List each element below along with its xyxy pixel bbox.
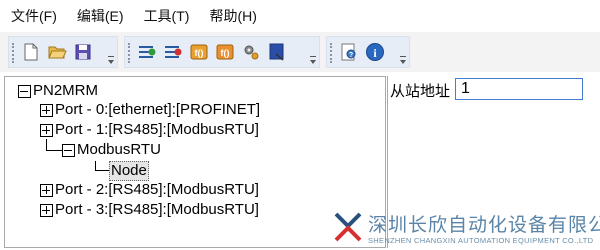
tree-connector	[95, 170, 109, 171]
toolbar: f() f() ? i	[0, 32, 600, 72]
device-tree[interactable]: PN2MRM Port - 0:[ethernet]:[PROFINET] Po…	[4, 76, 386, 248]
expand-icon[interactable]	[40, 124, 53, 137]
collapse-icon[interactable]	[62, 144, 75, 157]
chevron-down-icon[interactable]	[310, 56, 316, 64]
toolbar-grip[interactable]	[330, 43, 332, 63]
menu-edit[interactable]: 编辑(E)	[74, 4, 127, 28]
menu-tools[interactable]: 工具(T)	[141, 4, 193, 28]
company-name-en: SHENZHEN CHANGXIN AUTOMATION EQUIPMENT C…	[368, 236, 594, 245]
tree-node-port2[interactable]: Port - 2:[RS485]:[ModbusRTU]	[55, 181, 259, 199]
tree-node-port0[interactable]: Port - 0:[ethernet]:[PROFINET]	[55, 101, 260, 119]
new-file-icon[interactable]	[21, 42, 41, 62]
company-watermark: 深圳长欣自动化设备有限公司 SHENZHEN CHANGXIN AUTOMATI…	[330, 206, 600, 250]
save-icon[interactable]	[73, 42, 93, 62]
gear-icon[interactable]	[241, 42, 261, 62]
svg-text:f(): f()	[221, 48, 230, 58]
menu-help[interactable]: 帮助(H)	[206, 4, 259, 28]
company-logo-icon	[334, 212, 362, 242]
svg-text:?: ?	[349, 52, 353, 59]
chevron-down-icon[interactable]	[108, 56, 114, 64]
tree-node-port1[interactable]: Port - 1:[RS485]:[ModbusRTU]	[55, 121, 259, 139]
list-add-icon[interactable]	[137, 42, 157, 62]
collapse-icon[interactable]	[18, 85, 31, 98]
expand-icon[interactable]	[40, 204, 53, 217]
toolbar-group-file	[8, 36, 118, 68]
tree-connector	[46, 150, 62, 151]
slave-address-label: 从站地址	[390, 83, 451, 100]
menu-bar: 文件(F) 编辑(E) 工具(T) 帮助(H)	[0, 0, 600, 32]
chevron-down-icon[interactable]	[400, 56, 406, 64]
expand-icon[interactable]	[40, 104, 53, 117]
svg-text:f(): f()	[195, 48, 204, 58]
tree-node-node[interactable]: Node	[109, 161, 149, 181]
toolbar-grip[interactable]	[128, 43, 130, 63]
toolbar-grip[interactable]	[12, 43, 14, 63]
download-icon[interactable]	[267, 42, 287, 62]
tree-node-root[interactable]: PN2MRM	[33, 82, 98, 100]
expand-icon[interactable]	[40, 184, 53, 197]
toolbar-group-edit: f() f()	[124, 36, 320, 68]
function-icon[interactable]: f()	[189, 42, 209, 62]
list-remove-icon[interactable]	[163, 42, 183, 62]
company-name-cn: 深圳长欣自动化设备有限公司	[368, 214, 600, 236]
tree-node-modbusrtu[interactable]: ModbusRTU	[77, 141, 161, 159]
toolbar-group-help: ? i	[326, 36, 410, 68]
menu-file[interactable]: 文件(F)	[8, 4, 60, 28]
open-folder-icon[interactable]	[47, 42, 67, 62]
tree-node-port3[interactable]: Port - 3:[RS485]:[ModbusRTU]	[55, 201, 259, 219]
slave-address-input[interactable]	[455, 78, 583, 100]
function-alt-icon[interactable]: f()	[215, 42, 235, 62]
help-search-icon[interactable]: ?	[339, 42, 359, 62]
info-icon[interactable]: i	[365, 42, 385, 62]
